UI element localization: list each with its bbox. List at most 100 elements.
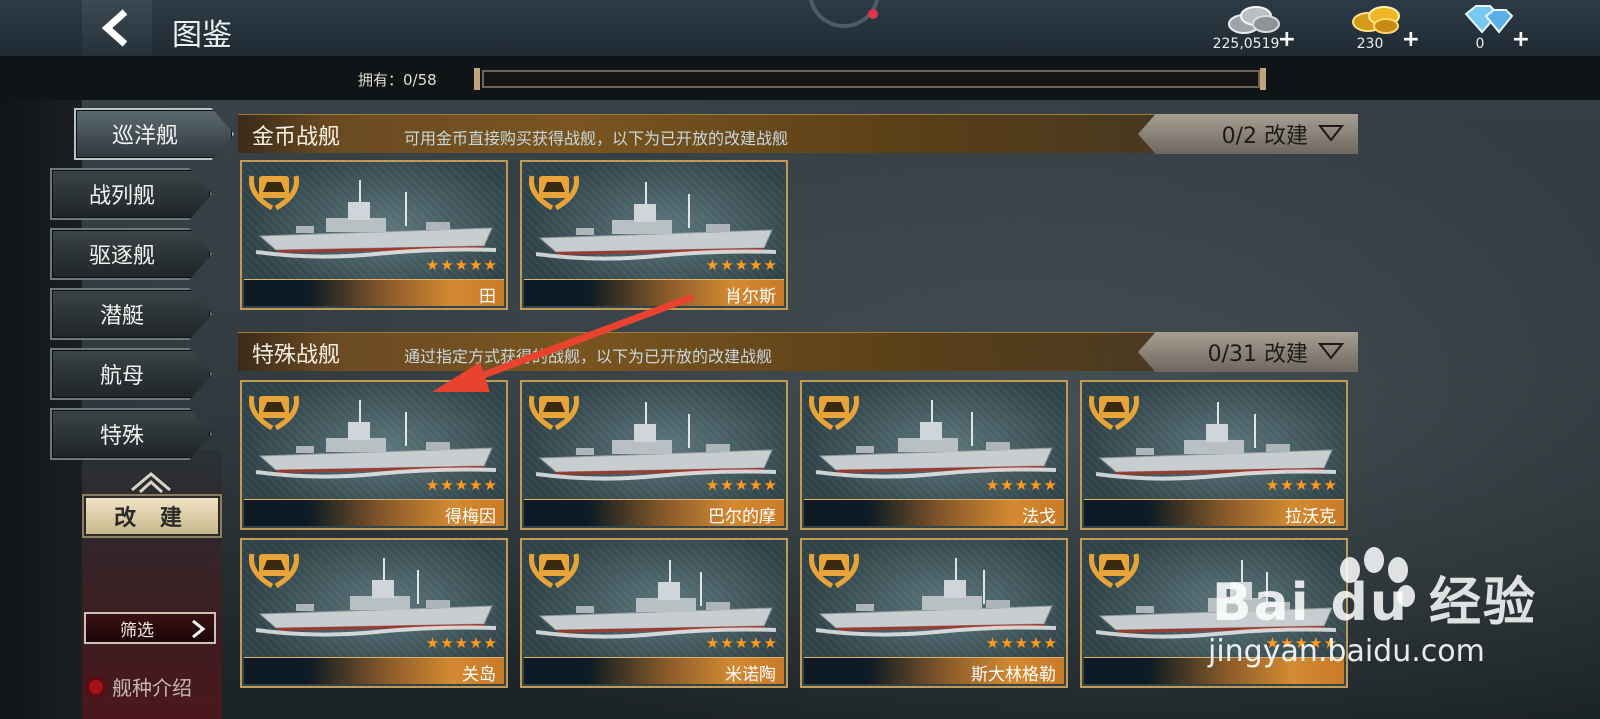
gold-ships-desc: 可用金币直接购买获得战舰，以下为已开放的改建战舰 [404, 129, 789, 148]
tab-battleship-label: 战列舰 [88, 184, 155, 209]
silver-amount: 225,0519 [1212, 36, 1280, 52]
ship-name: 米诺陶 [725, 665, 776, 685]
watermark-url: jingyan.baidu.com [1208, 634, 1485, 669]
rarity-stars: ★★★★★ [425, 634, 498, 652]
ship-name-bar: 肖尔斯 [524, 279, 784, 307]
tab-special-label: 特殊 [99, 424, 144, 449]
top-bar: 图鉴 225,0519 + 230 + 0 + [0, 0, 1600, 57]
ship-type-intro-link[interactable]: 舰种介绍 [86, 672, 192, 701]
special-ship-card[interactable]: ★★★★★ 斯大林格勒 [800, 538, 1068, 688]
rebuild-laurel-badge-icon [808, 395, 860, 431]
record-dot-icon [86, 676, 106, 697]
silver-coins-icon [1228, 6, 1280, 34]
tab-submarine[interactable]: 潜艇 [50, 288, 212, 340]
rebuild-laurel-badge-icon [808, 553, 860, 589]
special-rebuild-count: 0/31 改建 [1207, 342, 1308, 367]
ship-name: 田 [479, 287, 496, 307]
special-rebuild-dropdown[interactable]: 0/31 改建 [1138, 332, 1358, 372]
silver-currency[interactable]: 225,0519 + [1206, 2, 1296, 54]
filter-button[interactable]: 筛选 [84, 612, 216, 644]
rarity-stars: ★★★★★ [705, 476, 778, 494]
ship-name: 肖尔斯 [725, 287, 776, 307]
ship-name: 巴尔的摩 [708, 507, 776, 527]
rarity-stars: ★★★★★ [425, 256, 498, 274]
chevron-right-icon [192, 620, 206, 638]
back-button[interactable] [82, 0, 152, 56]
ship-name-bar: 法戈 [804, 499, 1064, 527]
tab-submarine-label: 潜艇 [99, 304, 144, 329]
progress-cap-right [1260, 68, 1266, 90]
ship-name: 得梅因 [445, 507, 496, 527]
special-ship-card[interactable]: ★★★★★ 得梅因 [240, 380, 508, 530]
rarity-stars: ★★★★★ [985, 634, 1058, 652]
rarity-stars: ★★★★★ [1265, 476, 1338, 494]
tab-cruiser-label: 巡洋舰 [111, 124, 178, 149]
rarity-stars: ★★★★★ [705, 634, 778, 652]
special-ships-header: 特殊战舰 通过指定方式获得的战舰，以下为已开放的改建战舰 0/31 改建 [238, 332, 1358, 372]
diamond-icon [1464, 5, 1514, 34]
special-ship-card[interactable]: ★★★★★ 法戈 [800, 380, 1068, 530]
tab-destroyer-label: 驱逐舰 [88, 244, 155, 269]
special-ship-card[interactable]: ★★★★★ 米诺陶 [520, 538, 788, 688]
ship-name: 法戈 [1022, 507, 1056, 527]
special-ship-card[interactable]: ★★★★★ 巴尔的摩 [520, 380, 788, 530]
silver-add-icon[interactable]: + [1278, 29, 1296, 51]
rarity-stars: ★★★★★ [425, 476, 498, 494]
ship-name-bar: 得梅因 [244, 499, 504, 527]
rarity-stars: ★★★★★ [985, 476, 1058, 494]
tab-destroyer[interactable]: 驱逐舰 [50, 228, 212, 280]
page-title: 图鉴 [172, 18, 232, 53]
progress-cap-left [474, 68, 480, 90]
gold-coins-icon [1352, 6, 1400, 34]
chevron-up-icon[interactable] [128, 470, 174, 494]
owned-count: 拥有：0/58 [358, 71, 437, 89]
tab-special[interactable]: 特殊 [50, 408, 212, 460]
special-ships-title: 特殊战舰 [252, 343, 341, 368]
diamond-add-icon[interactable]: + [1512, 29, 1530, 51]
diamond-currency[interactable]: 0 + [1440, 2, 1530, 54]
ship-name-bar: 米诺陶 [524, 657, 784, 685]
rebuild-laurel-badge-icon [248, 553, 300, 589]
tab-cruiser[interactable]: 巡洋舰 [74, 108, 234, 160]
ship-name-bar: 巴尔的摩 [524, 499, 784, 527]
ship-name-bar: 关岛 [244, 657, 504, 685]
notification-dot [868, 9, 878, 19]
rebuild-laurel-badge-icon [528, 553, 580, 589]
chevron-left-icon [101, 9, 128, 47]
gold-rebuild-count: 0/2 改建 [1221, 124, 1308, 149]
triangle-down-icon [1318, 125, 1344, 142]
gold-ships-header: 金币战舰 可用金币直接购买获得战舰，以下为已开放的改建战舰 0/2 改建 [238, 114, 1358, 154]
rebuild-laurel-badge-icon [528, 175, 580, 211]
rebuild-laurel-badge-icon [1088, 395, 1140, 431]
special-ships-desc: 通过指定方式获得的战舰，以下为已开放的改建战舰 [404, 347, 773, 366]
gold-ship-card[interactable]: ★★★★★ 田 [240, 160, 508, 310]
tab-battleship[interactable]: 战列舰 [50, 168, 212, 220]
gold-currency[interactable]: 230 + [1330, 2, 1420, 54]
gold-amount: 230 [1356, 36, 1384, 52]
ship-type-intro-label: 舰种介绍 [112, 676, 192, 700]
rebuild-button[interactable]: 改 建 [82, 494, 222, 538]
gold-ships-title: 金币战舰 [252, 125, 341, 150]
tab-carrier[interactable]: 航母 [50, 348, 212, 400]
ship-name: 斯大林格勒 [971, 665, 1056, 685]
gold-rebuild-dropdown[interactable]: 0/2 改建 [1138, 114, 1358, 154]
special-ship-card[interactable]: ★★★★★ 关岛 [240, 538, 508, 688]
collection-progress-bar [482, 70, 1260, 88]
rarity-stars: ★★★★★ [705, 256, 778, 274]
gold-add-icon[interactable]: + [1402, 29, 1420, 51]
rebuild-laurel-badge-icon [1088, 553, 1140, 589]
ship-name: 拉沃克 [1285, 507, 1336, 527]
rebuild-laurel-badge-icon [248, 395, 300, 431]
ship-name: 关岛 [462, 665, 496, 685]
special-ship-card[interactable]: ★★★★★ 拉沃克 [1080, 380, 1348, 530]
tab-carrier-label: 航母 [99, 364, 144, 389]
watermark-brand: Bai du 经验 [1212, 573, 1537, 633]
diamond-amount: 0 [1475, 36, 1485, 52]
triangle-down-icon [1318, 343, 1344, 360]
rebuild-laurel-badge-icon [528, 395, 580, 431]
filter-label: 筛选 [120, 620, 154, 641]
ship-name-bar: 拉沃克 [1084, 499, 1344, 527]
ship-name-bar: 斯大林格勒 [804, 657, 1064, 685]
gold-ship-card[interactable]: ★★★★★ 肖尔斯 [520, 160, 788, 310]
ship-name-bar: 田 [244, 279, 504, 307]
